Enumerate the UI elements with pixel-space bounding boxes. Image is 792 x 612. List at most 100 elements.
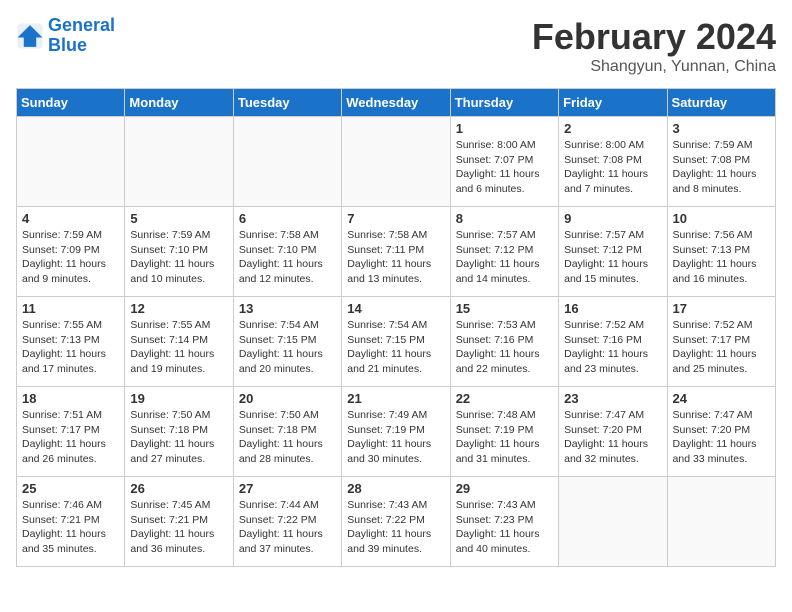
calendar-cell: 23 Sunrise: 7:47 AM Sunset: 7:20 PM Dayli…: [559, 387, 667, 477]
day-info: Sunrise: 7:52 AM Sunset: 7:16 PM Dayligh…: [564, 318, 661, 377]
day-info: Sunrise: 7:59 AM Sunset: 7:09 PM Dayligh…: [22, 228, 119, 287]
calendar-cell: 4Sunrise: 7:59 AM Sunset: 7:09 PM Daylig…: [17, 207, 125, 297]
calendar-day-header: Tuesday: [233, 89, 341, 117]
calendar-cell: [667, 477, 775, 567]
logo-icon: [16, 22, 44, 50]
day-number: 13: [239, 301, 336, 316]
calendar-cell: 15 Sunrise: 7:53 AM Sunset: 7:16 PM Dayli…: [450, 297, 558, 387]
calendar-header-row: SundayMondayTuesdayWednesdayThursdayFrid…: [17, 89, 776, 117]
day-number: 25: [22, 481, 119, 496]
calendar-day-header: Friday: [559, 89, 667, 117]
calendar-cell: 16 Sunrise: 7:52 AM Sunset: 7:16 PM Dayli…: [559, 297, 667, 387]
day-info: Sunrise: 7:50 AM Sunset: 7:18 PM Dayligh…: [130, 408, 227, 467]
day-number: 11: [22, 301, 119, 316]
calendar-cell: 17 Sunrise: 7:52 AM Sunset: 7:17 PM Dayli…: [667, 297, 775, 387]
day-number: 7: [347, 211, 444, 226]
calendar-week-row: 1Sunrise: 8:00 AM Sunset: 7:07 PM Daylig…: [17, 117, 776, 207]
day-info: Sunrise: 7:55 AM Sunset: 7:13 PM Dayligh…: [22, 318, 119, 377]
calendar-cell: 29Sunrise: 7:43 AM Sunset: 7:23 PM Dayli…: [450, 477, 558, 567]
day-number: 5: [130, 211, 227, 226]
calendar-cell: [125, 117, 233, 207]
day-info: Sunrise: 7:52 AM Sunset: 7:17 PM Dayligh…: [673, 318, 770, 377]
day-number: 17: [673, 301, 770, 316]
calendar-cell: 14Sunrise: 7:54 AM Sunset: 7:15 PM Dayli…: [342, 297, 450, 387]
calendar-cell: 11 Sunrise: 7:55 AM Sunset: 7:13 PM Dayli…: [17, 297, 125, 387]
calendar-cell: [17, 117, 125, 207]
day-number: 16: [564, 301, 661, 316]
day-number: 6: [239, 211, 336, 226]
day-info: Sunrise: 8:00 AM Sunset: 7:08 PM Dayligh…: [564, 138, 661, 197]
day-number: 15: [456, 301, 553, 316]
calendar-cell: 8 Sunrise: 7:57 AM Sunset: 7:12 PM Daylig…: [450, 207, 558, 297]
day-number: 2: [564, 121, 661, 136]
calendar-cell: 9 Sunrise: 7:57 AM Sunset: 7:12 PM Daylig…: [559, 207, 667, 297]
calendar-cell: 28 Sunrise: 7:43 AM Sunset: 7:22 PM Dayli…: [342, 477, 450, 567]
day-info: Sunrise: 7:53 AM Sunset: 7:16 PM Dayligh…: [456, 318, 553, 377]
calendar-cell: 1Sunrise: 8:00 AM Sunset: 7:07 PM Daylig…: [450, 117, 558, 207]
location-subtitle: Shangyun, Yunnan, China: [532, 58, 776, 76]
day-info: Sunrise: 7:57 AM Sunset: 7:12 PM Dayligh…: [564, 228, 661, 287]
calendar-cell: 12 Sunrise: 7:55 AM Sunset: 7:14 PM Dayli…: [125, 297, 233, 387]
calendar-day-header: Wednesday: [342, 89, 450, 117]
day-info: Sunrise: 7:48 AM Sunset: 7:19 PM Dayligh…: [456, 408, 553, 467]
calendar-cell: 6 Sunrise: 7:58 AM Sunset: 7:10 PM Daylig…: [233, 207, 341, 297]
day-number: 8: [456, 211, 553, 226]
day-info: Sunrise: 8:00 AM Sunset: 7:07 PM Dayligh…: [456, 138, 553, 197]
calendar-cell: 10Sunrise: 7:56 AM Sunset: 7:13 PM Dayli…: [667, 207, 775, 297]
day-number: 24: [673, 391, 770, 406]
calendar-week-row: 4Sunrise: 7:59 AM Sunset: 7:09 PM Daylig…: [17, 207, 776, 297]
day-number: 9: [564, 211, 661, 226]
calendar-table: SundayMondayTuesdayWednesdayThursdayFrid…: [16, 88, 776, 567]
day-info: Sunrise: 7:43 AM Sunset: 7:22 PM Dayligh…: [347, 498, 444, 557]
calendar-cell: 20Sunrise: 7:50 AM Sunset: 7:18 PM Dayli…: [233, 387, 341, 477]
day-number: 12: [130, 301, 227, 316]
day-info: Sunrise: 7:54 AM Sunset: 7:15 PM Dayligh…: [239, 318, 336, 377]
calendar-cell: 3 Sunrise: 7:59 AM Sunset: 7:08 PM Daylig…: [667, 117, 775, 207]
calendar-cell: 2 Sunrise: 8:00 AM Sunset: 7:08 PM Daylig…: [559, 117, 667, 207]
calendar-cell: 19 Sunrise: 7:50 AM Sunset: 7:18 PM Dayli…: [125, 387, 233, 477]
day-info: Sunrise: 7:57 AM Sunset: 7:12 PM Dayligh…: [456, 228, 553, 287]
day-number: 23: [564, 391, 661, 406]
day-info: Sunrise: 7:49 AM Sunset: 7:19 PM Dayligh…: [347, 408, 444, 467]
calendar-cell: 25Sunrise: 7:46 AM Sunset: 7:21 PM Dayli…: [17, 477, 125, 567]
day-number: 26: [130, 481, 227, 496]
day-number: 27: [239, 481, 336, 496]
month-year-title: February 2024: [532, 16, 776, 58]
day-info: Sunrise: 7:50 AM Sunset: 7:18 PM Dayligh…: [239, 408, 336, 467]
calendar-cell: 5 Sunrise: 7:59 AM Sunset: 7:10 PM Daylig…: [125, 207, 233, 297]
calendar-cell: 24 Sunrise: 7:47 AM Sunset: 7:20 PM Dayli…: [667, 387, 775, 477]
day-info: Sunrise: 7:59 AM Sunset: 7:10 PM Dayligh…: [130, 228, 227, 287]
calendar-day-header: Saturday: [667, 89, 775, 117]
calendar-cell: [559, 477, 667, 567]
calendar-week-row: 25Sunrise: 7:46 AM Sunset: 7:21 PM Dayli…: [17, 477, 776, 567]
calendar-cell: 13 Sunrise: 7:54 AM Sunset: 7:15 PM Dayli…: [233, 297, 341, 387]
day-number: 21: [347, 391, 444, 406]
day-number: 29: [456, 481, 553, 496]
calendar-body: 1Sunrise: 8:00 AM Sunset: 7:07 PM Daylig…: [17, 117, 776, 567]
logo: General Blue: [16, 16, 115, 56]
day-info: Sunrise: 7:58 AM Sunset: 7:11 PM Dayligh…: [347, 228, 444, 287]
day-info: Sunrise: 7:59 AM Sunset: 7:08 PM Dayligh…: [673, 138, 770, 197]
calendar-day-header: Thursday: [450, 89, 558, 117]
title-section: February 2024 Shangyun, Yunnan, China: [532, 16, 776, 76]
calendar-cell: 26Sunrise: 7:45 AM Sunset: 7:21 PM Dayli…: [125, 477, 233, 567]
calendar-day-header: Monday: [125, 89, 233, 117]
day-info: Sunrise: 7:47 AM Sunset: 7:20 PM Dayligh…: [673, 408, 770, 467]
day-number: 28: [347, 481, 444, 496]
day-info: Sunrise: 7:58 AM Sunset: 7:10 PM Dayligh…: [239, 228, 336, 287]
day-info: Sunrise: 7:51 AM Sunset: 7:17 PM Dayligh…: [22, 408, 119, 467]
day-info: Sunrise: 7:47 AM Sunset: 7:20 PM Dayligh…: [564, 408, 661, 467]
calendar-cell: 21 Sunrise: 7:49 AM Sunset: 7:19 PM Dayli…: [342, 387, 450, 477]
day-number: 14: [347, 301, 444, 316]
day-number: 3: [673, 121, 770, 136]
logo-text: General Blue: [48, 16, 115, 56]
day-number: 18: [22, 391, 119, 406]
day-info: Sunrise: 7:55 AM Sunset: 7:14 PM Dayligh…: [130, 318, 227, 377]
calendar-week-row: 18 Sunrise: 7:51 AM Sunset: 7:17 PM Dayli…: [17, 387, 776, 477]
calendar-cell: 7 Sunrise: 7:58 AM Sunset: 7:11 PM Daylig…: [342, 207, 450, 297]
calendar-cell: 22Sunrise: 7:48 AM Sunset: 7:19 PM Dayli…: [450, 387, 558, 477]
day-number: 19: [130, 391, 227, 406]
day-info: Sunrise: 7:56 AM Sunset: 7:13 PM Dayligh…: [673, 228, 770, 287]
day-info: Sunrise: 7:44 AM Sunset: 7:22 PM Dayligh…: [239, 498, 336, 557]
calendar-cell: [342, 117, 450, 207]
